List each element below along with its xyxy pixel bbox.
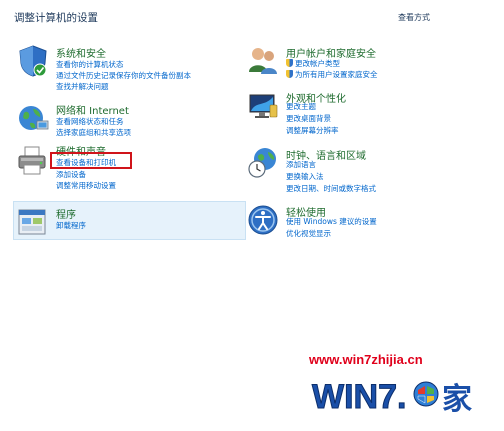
- link-change-theme[interactable]: 更改主题: [286, 102, 316, 112]
- programs-icon: [18, 209, 46, 235]
- watermark-logo-char: 家: [442, 382, 472, 416]
- link-view-computer-status[interactable]: 查看你的计算机状态: [56, 60, 124, 70]
- category-ease-access[interactable]: 轻松使用 使用 Windows 建议的设置 优化视觉显示: [246, 203, 486, 243]
- user-accounts-title[interactable]: 用户帐户和家庭安全: [286, 45, 376, 60]
- link-screen-resolution[interactable]: 调整屏幕分辨率: [286, 126, 339, 136]
- watermark-url: www.win7zhijia.cn: [309, 352, 423, 367]
- network-internet-title[interactable]: 网络和 Internet: [56, 102, 129, 117]
- link-mobility-settings[interactable]: 调整常用移动设置: [56, 181, 116, 191]
- network-globe-icon: [19, 106, 49, 130]
- link-homegroup-sharing[interactable]: 选择家庭组和共享选项: [56, 128, 131, 138]
- category-system-security[interactable]: 系统和安全 查看你的计算机状态 通过文件历史记录保存你的文件备份副本 查找并解决…: [16, 44, 236, 91]
- link-network-status[interactable]: 查看网络状态和任务: [56, 117, 124, 127]
- link-file-history-backup[interactable]: 通过文件历史记录保存你的文件备份副本: [56, 71, 191, 81]
- link-uninstall-program[interactable]: 卸载程序: [56, 221, 86, 231]
- watermark-logo: WIN7. 家: [312, 378, 473, 417]
- link-family-safety[interactable]: 为所有用户设置家庭安全: [286, 70, 378, 80]
- printer-icon: [18, 146, 46, 175]
- link-desktop-background[interactable]: 更改桌面背景: [286, 114, 331, 124]
- users-icon: [249, 48, 277, 74]
- link-date-time-format[interactable]: 更改日期、时间或数字格式: [286, 184, 376, 194]
- watermark-logo-text: WIN7.: [312, 378, 406, 416]
- link-windows-recommended-settings[interactable]: 使用 Windows 建议的设置: [286, 217, 377, 227]
- link-troubleshoot[interactable]: 查找并解决问题: [56, 82, 109, 92]
- link-change-input-method[interactable]: 更换输入法: [286, 172, 324, 182]
- shield-icon: [19, 45, 47, 77]
- category-programs[interactable]: 程序 卸载程序: [16, 205, 236, 245]
- category-appearance[interactable]: 外观和个性化 更改主题 更改桌面背景 调整屏幕分辨率: [246, 89, 486, 135]
- category-network-internet[interactable]: 网络和 Internet 查看网络状态和任务 选择家庭组和共享选项: [16, 101, 236, 141]
- link-optimize-visual-display[interactable]: 优化视觉显示: [286, 229, 331, 239]
- link-change-account-type[interactable]: 更改帐户类型: [286, 59, 340, 69]
- programs-title[interactable]: 程序: [56, 206, 76, 221]
- category-user-accounts[interactable]: 用户帐户和家庭安全 更改帐户类型 为所有用户设置家庭安全: [246, 44, 486, 84]
- link-add-device[interactable]: 添加设备: [56, 170, 86, 180]
- annotation-red-box: [50, 152, 132, 169]
- page-title: 调整计算机的设置: [14, 12, 98, 24]
- view-by-label[interactable]: 查看方式: [398, 12, 430, 23]
- ease-of-access-icon: [248, 205, 278, 235]
- clock-globe-icon: [248, 148, 276, 178]
- link-add-language[interactable]: 添加语言: [286, 160, 316, 170]
- system-security-title[interactable]: 系统和安全: [56, 45, 106, 60]
- appearance-icon: [249, 94, 278, 118]
- category-clock-region[interactable]: 时钟、语言和区域 添加语言 更换输入法 更改日期、时间或数字格式: [246, 146, 486, 193]
